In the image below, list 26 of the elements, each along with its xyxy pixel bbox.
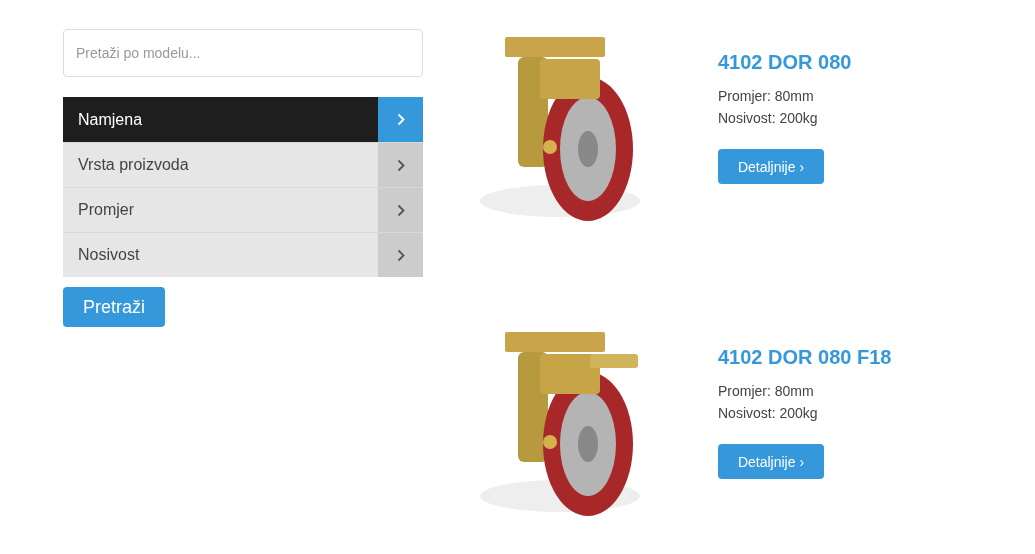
- details-button[interactable]: Detaljnije ›: [718, 149, 824, 184]
- product-title[interactable]: 4102 DOR 080 F18: [718, 342, 892, 372]
- search-field[interactable]: Pretaži po modelu...: [63, 29, 423, 77]
- chevron-right-icon: [396, 158, 405, 172]
- chevron-right-icon: [396, 248, 405, 262]
- expand-cell[interactable]: [378, 143, 423, 187]
- filter-label: Promjer: [77, 200, 135, 220]
- product-spec: Nosivost: 200kg: [718, 109, 818, 128]
- filter-menu-item[interactable]: Promjer: [63, 187, 423, 232]
- filter-label: Nosivost: [77, 245, 141, 265]
- product-spec: Nosivost: 200kg: [718, 404, 818, 423]
- chevron-right-icon: [396, 113, 405, 126]
- search-button[interactable]: Pretraži: [63, 287, 165, 327]
- product-spec: Promjer: 80mm: [718, 87, 815, 106]
- filter-menu-item[interactable]: Namjena: [63, 97, 423, 142]
- expand-cell[interactable]: [378, 233, 423, 277]
- filter-menu-item[interactable]: Nosivost: [63, 232, 423, 277]
- expand-cell[interactable]: [378, 188, 423, 232]
- filter-label: Namjena: [77, 109, 144, 130]
- filter-menu-item[interactable]: Vrsta proizvoda: [63, 142, 423, 187]
- details-button[interactable]: Detaljnije ›: [718, 444, 824, 479]
- filter-label: Vrsta proizvoda: [77, 155, 190, 175]
- product-title[interactable]: 4102 DOR 080: [718, 47, 852, 77]
- product-spec: Promjer: 80mm: [718, 382, 815, 401]
- chevron-right-icon: [396, 203, 405, 217]
- expand-cell[interactable]: [378, 97, 423, 142]
